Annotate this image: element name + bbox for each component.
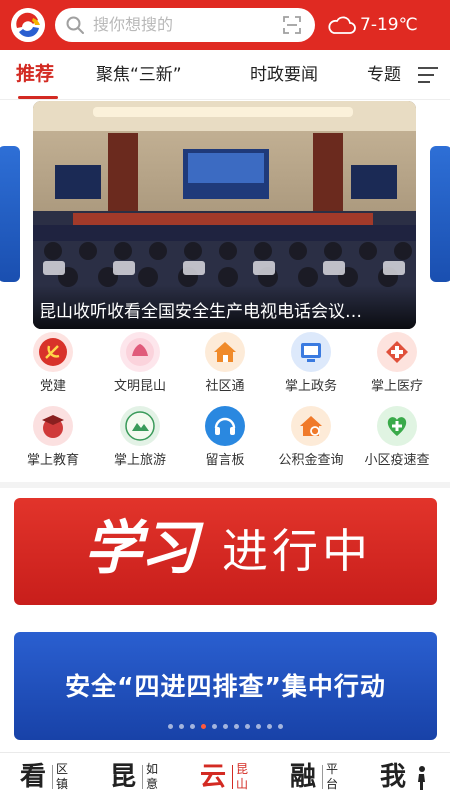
grid-item-party-building[interactable]: 党建 bbox=[8, 332, 98, 404]
grid-label: 掌上政务 bbox=[284, 379, 337, 394]
grid-label: 掌上教育 bbox=[26, 453, 79, 468]
carousel-dot[interactable] bbox=[168, 724, 173, 729]
grid-item-epidemic-check[interactable]: 小区疫速查 bbox=[352, 406, 442, 478]
grid-label: 文明昆山 bbox=[113, 379, 166, 394]
study-banner-text: 进行中 bbox=[222, 524, 372, 578]
carousel-dot[interactable] bbox=[245, 724, 250, 729]
nav-small-text: 如意 bbox=[146, 762, 159, 791]
nav-big-char: 融 bbox=[290, 762, 317, 792]
grid-label: 党建 bbox=[39, 379, 66, 394]
study-script-text: 学习 bbox=[84, 514, 198, 582]
weather-widget[interactable]: 7-19℃ bbox=[326, 12, 446, 38]
carousel-dot[interactable] bbox=[267, 724, 272, 729]
carousel-dot[interactable] bbox=[234, 724, 239, 729]
grid-label: 小区疫速查 bbox=[364, 453, 430, 468]
channel-tabs: 推荐 聚焦“三新” 时政要闻 专题 bbox=[0, 50, 450, 100]
nav-separator bbox=[232, 765, 233, 789]
carousel-dot[interactable] bbox=[201, 724, 206, 729]
grid-item-civilization[interactable]: 文明昆山 bbox=[95, 332, 185, 404]
hero-news-card[interactable]: 昆山收听收看全国安全生产电视电话会议… bbox=[33, 101, 416, 329]
grid-item-government[interactable]: 掌上政务 bbox=[266, 332, 356, 404]
grid-item-message-board[interactable]: 留言板 bbox=[180, 406, 270, 478]
education-cap-icon bbox=[33, 406, 73, 446]
government-icon bbox=[291, 332, 331, 372]
person-icon bbox=[418, 766, 425, 790]
nav-separator bbox=[142, 765, 143, 789]
housing-fund-icon bbox=[291, 406, 331, 446]
nav-small-text: 平台 bbox=[326, 762, 339, 791]
carousel-prev-card[interactable] bbox=[0, 146, 20, 282]
grid-label: 留言板 bbox=[205, 453, 245, 468]
hero-caption: 昆山收听收看全国安全生产电视电话会议… bbox=[39, 302, 362, 322]
community-house-icon bbox=[205, 332, 245, 372]
scan-icon[interactable] bbox=[283, 16, 301, 34]
safety-banner-text: 安全“四进四排查”集中行动 bbox=[65, 672, 386, 701]
party-emblem-icon bbox=[33, 332, 73, 372]
grid-item-education[interactable]: 掌上教育 bbox=[8, 406, 98, 478]
app-screen: 搜你想搜的 7-19℃ 推荐 聚焦“三新” 时政要闻 专题 昆山收听收看全国安全… bbox=[0, 0, 450, 800]
menu-icon[interactable] bbox=[418, 66, 438, 84]
grid-item-housing-fund[interactable]: 公积金查询 bbox=[266, 406, 356, 478]
carousel-dot[interactable] bbox=[212, 724, 217, 729]
nav-item-rong[interactable]: 融 平台 bbox=[290, 759, 346, 795]
nav-small-text: 区镇 bbox=[56, 762, 69, 791]
nav-big-char: 昆 bbox=[110, 762, 137, 792]
nav-item-yun[interactable]: 云 昆山 bbox=[200, 759, 256, 795]
nav-small-text: 昆山 bbox=[236, 762, 249, 791]
grid-item-medical[interactable]: 掌上医疗 bbox=[352, 332, 442, 404]
tourism-icon bbox=[120, 406, 160, 446]
carousel-indicator bbox=[168, 724, 283, 730]
section-divider bbox=[0, 482, 450, 488]
nav-item-kun[interactable]: 昆 如意 bbox=[110, 759, 166, 795]
nav-item-me[interactable]: 我 bbox=[380, 759, 436, 795]
nav-separator bbox=[322, 765, 323, 789]
top-header: 搜你想搜的 7-19℃ bbox=[0, 0, 450, 50]
carousel-dot[interactable] bbox=[190, 724, 195, 729]
search-placeholder: 搜你想搜的 bbox=[93, 15, 174, 34]
carousel-dot[interactable] bbox=[223, 724, 228, 729]
medical-icon bbox=[377, 332, 417, 372]
nav-item-kan[interactable]: 看 区镇 bbox=[20, 759, 76, 795]
grid-label: 公积金查询 bbox=[278, 453, 344, 468]
civilization-icon bbox=[120, 332, 160, 372]
grid-label: 掌上旅游 bbox=[113, 453, 166, 468]
bottom-navigation: 看 区镇 昆 如意 云 昆山 融 平台 我 bbox=[0, 752, 450, 800]
tab-recommend[interactable]: 推荐 bbox=[16, 63, 54, 85]
tab-focus-three-new[interactable]: 聚焦“三新” bbox=[96, 64, 182, 86]
grid-item-community[interactable]: 社区通 bbox=[180, 332, 270, 404]
nav-big-char: 看 bbox=[20, 762, 47, 792]
tab-special-topic[interactable]: 专题 bbox=[367, 64, 401, 86]
carousel-dot[interactable] bbox=[179, 724, 184, 729]
service-grid: 党建 文明昆山 社区通 掌上政务 掌上医疗 掌上教育 掌上旅游 留言板 公积金查… bbox=[0, 332, 450, 476]
epidemic-check-icon bbox=[377, 406, 417, 446]
active-tab-indicator bbox=[18, 96, 58, 99]
message-board-icon bbox=[205, 406, 245, 446]
grid-label: 掌上医疗 bbox=[370, 379, 423, 394]
tab-politics-news[interactable]: 时政要闻 bbox=[250, 64, 318, 86]
grid-item-tourism[interactable]: 掌上旅游 bbox=[95, 406, 185, 478]
nav-big-char: 云 bbox=[200, 762, 227, 792]
carousel-dot[interactable] bbox=[256, 724, 261, 729]
cloud-icon bbox=[328, 16, 356, 34]
carousel-next-card[interactable] bbox=[430, 146, 450, 282]
search-icon bbox=[66, 16, 84, 34]
weather-temperature: 7-19℃ bbox=[360, 15, 418, 35]
nav-separator bbox=[52, 765, 53, 789]
study-banner[interactable]: 学习 进行中 bbox=[14, 498, 437, 605]
nav-big-char: 我 bbox=[380, 762, 407, 792]
search-bar[interactable]: 搜你想搜的 bbox=[55, 8, 315, 42]
grid-label: 社区通 bbox=[205, 379, 245, 394]
carousel-dot[interactable] bbox=[278, 724, 283, 729]
app-logo[interactable] bbox=[11, 8, 45, 42]
